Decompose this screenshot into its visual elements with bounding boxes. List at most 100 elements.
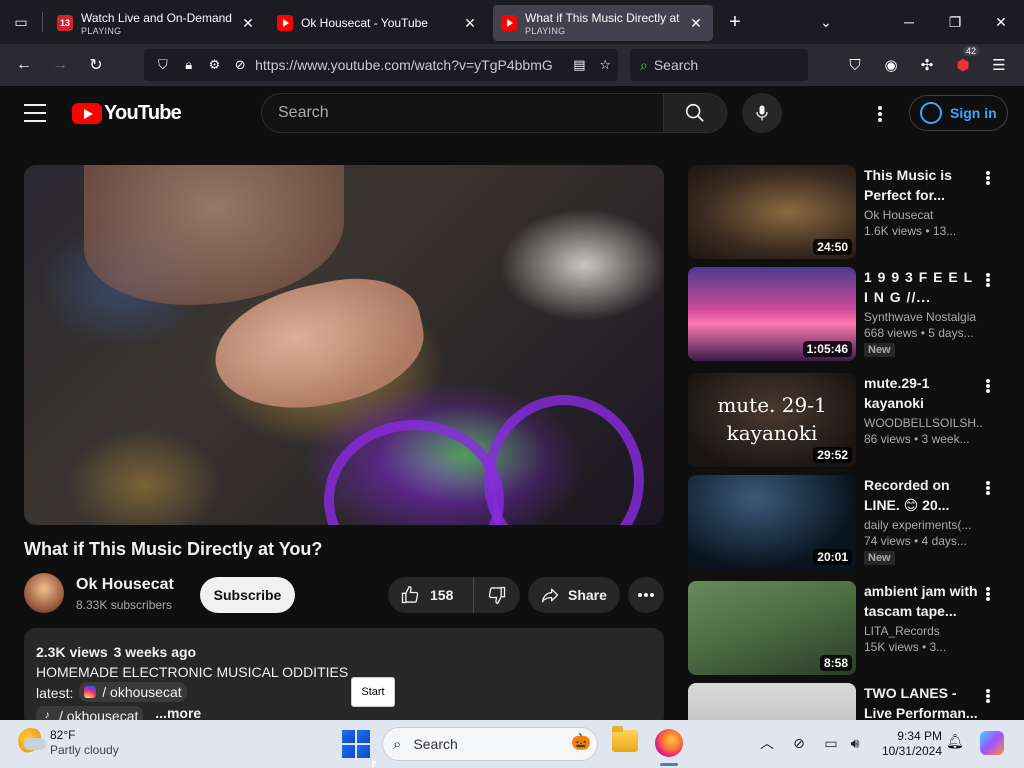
notifications-bell-icon[interactable]: 🔔︎: [946, 733, 964, 750]
dislike-button[interactable]: [474, 585, 520, 605]
channel-name[interactable]: Ok Housecat: [76, 576, 174, 594]
shield-icon[interactable]: ⛉: [150, 51, 176, 79]
video-thumbnail[interactable]: 1:05:46: [688, 267, 856, 361]
tab-current-video[interactable]: What if This Music Directly at Y PLAYING…: [493, 5, 713, 41]
minimize-button[interactable]: ─: [886, 0, 932, 44]
clock[interactable]: 9:34 PM 10/31/2024: [874, 729, 942, 759]
sign-in-button[interactable]: Sign in: [909, 95, 1008, 131]
autoplay-blocked-icon[interactable]: ⊘: [227, 51, 253, 79]
recommendation-title[interactable]: This Music is Perfect for...: [864, 165, 982, 205]
time: 9:34 PM: [897, 729, 942, 743]
start-button[interactable]: [342, 730, 370, 758]
recommendation-title[interactable]: Recorded on LINE. 😊 20...: [864, 475, 982, 515]
like-button[interactable]: 158: [388, 577, 474, 613]
weather-widget[interactable]: 82°F Partly cloudy: [18, 728, 119, 758]
back-button[interactable]: ←: [6, 49, 42, 81]
tab-ok-housecat[interactable]: Ok Housecat - YouTube ✕: [269, 5, 487, 41]
recommendation-item[interactable]: 20:01 Recorded on LINE. 😊 20... daily ex…: [688, 475, 1008, 570]
dot: [986, 591, 990, 596]
ublock-button[interactable]: ⬢ 42: [946, 46, 980, 81]
youtube-search-button[interactable]: [663, 93, 727, 133]
network-status-icon[interactable]: ⊘: [788, 732, 810, 754]
video-thumbnail[interactable]: 8:58: [688, 581, 856, 675]
account-button[interactable]: ◉: [874, 49, 908, 81]
recommendation-channel[interactable]: LITA_Records: [864, 624, 982, 638]
recommendation-menu-button[interactable]: [978, 477, 998, 499]
duration-badge: 8:58: [819, 655, 852, 671]
recommendation-menu-button[interactable]: [978, 583, 998, 605]
url-bar[interactable]: ⛉ 🔒︎ ⚙ ⊘ https://www.youtube.com/watch?v…: [144, 49, 618, 81]
instagram-link[interactable]: / okhousecat: [79, 682, 187, 702]
extensions-button[interactable]: ✣: [910, 49, 944, 81]
file-explorer-icon[interactable]: [612, 726, 638, 752]
recommendation-channel[interactable]: Synthwave Nostalgia: [864, 310, 982, 324]
reload-button[interactable]: ↻: [78, 49, 114, 81]
thumbnail-text-line: mute. 29-1: [717, 393, 827, 417]
voice-search-button[interactable]: [742, 93, 782, 133]
bookmark-star-icon[interactable]: ☆: [592, 51, 618, 79]
recommendation-channel[interactable]: Ok Housecat: [864, 208, 982, 222]
url-text[interactable]: https://www.youtube.com/watch?v=yTgP4bbm…: [255, 57, 558, 73]
show-hidden-icons-button[interactable]: ︿: [756, 732, 778, 754]
tab-fox13[interactable]: 13 Watch Live and On-Demand Vi PLAYING ✕: [49, 5, 265, 41]
recommendation-title[interactable]: 1 9 9 3 F E E L I N G //...: [864, 267, 982, 307]
channel-avatar[interactable]: [24, 573, 64, 613]
dot: [986, 389, 990, 394]
youtube-logo[interactable]: YouTube: [72, 102, 182, 125]
app-menu-button[interactable]: ☰: [982, 49, 1016, 81]
recommendation-item[interactable]: mute. 29-1 kayanoki 29:52 mute.29-1 kaya…: [688, 373, 1008, 468]
reader-view-icon[interactable]: ▤: [566, 51, 592, 79]
dot: [986, 480, 990, 485]
windows-logo-pane: [357, 730, 370, 743]
permissions-icon[interactable]: ⚙: [202, 51, 228, 79]
recommendation-title[interactable]: mute.29-1 kayanoki: [864, 373, 982, 413]
firefox-icon[interactable]: [655, 729, 683, 757]
recommendation-title[interactable]: TWO LANES - Live Performan...: [864, 683, 982, 723]
dot: [986, 586, 990, 591]
lock-icon[interactable]: 🔒︎: [176, 51, 202, 79]
recommendation-channel[interactable]: WOODBELLSOILSH...: [864, 416, 982, 430]
firefox-view-button[interactable]: ▭: [0, 0, 42, 44]
youtube-search-input[interactable]: Search: [261, 93, 663, 133]
restore-button[interactable]: ❐: [932, 0, 978, 44]
tab-playing-label: PLAYING: [525, 25, 566, 36]
forward-button[interactable]: →: [42, 49, 78, 81]
recommendation-menu-button[interactable]: [978, 269, 998, 291]
firefox-view-icon: ▭: [14, 13, 28, 30]
dot: [986, 175, 990, 180]
guide-menu-button[interactable]: [24, 104, 46, 122]
show-more-link[interactable]: ...more: [155, 705, 201, 721]
video-thumbnail[interactable]: 24:50: [688, 165, 856, 259]
volume-icon[interactable]: 🔊︎: [844, 732, 866, 754]
taskbar-search-box[interactable]: ⌕ Search 🎃: [382, 727, 598, 761]
close-tab-icon[interactable]: ✕: [461, 14, 479, 32]
browser-search-box[interactable]: ⌕ Search: [630, 49, 808, 81]
recommendation-item[interactable]: 8:58 ambient jam with tascam tape... LIT…: [688, 581, 1008, 676]
share-button[interactable]: Share: [528, 577, 620, 613]
microphone-icon: [756, 105, 768, 121]
recommendation-channel[interactable]: daily experiments(...: [864, 518, 982, 532]
description-box[interactable]: 2.3K views 3 weeks ago HOMEMADE ELECTRONI…: [24, 628, 664, 728]
settings-more-button[interactable]: [866, 100, 894, 128]
recommendation-menu-button[interactable]: [978, 375, 998, 397]
close-window-button[interactable]: ✕: [978, 0, 1024, 44]
more-actions-button[interactable]: [628, 577, 664, 613]
video-thumbnail[interactable]: 20:01: [688, 475, 856, 569]
dot: [986, 181, 990, 186]
close-tab-icon[interactable]: ✕: [687, 14, 705, 32]
close-tab-icon[interactable]: ✕: [239, 14, 257, 32]
recommendation-item[interactable]: 1:05:46 1 9 9 3 F E E L I N G //... Synt…: [688, 267, 1008, 362]
display-icon[interactable]: ▭: [820, 732, 842, 754]
recommendation-menu-button[interactable]: [978, 167, 998, 189]
new-tab-button[interactable]: +: [715, 0, 755, 44]
copilot-icon[interactable]: [980, 731, 1004, 755]
subscribe-button[interactable]: Subscribe: [200, 577, 295, 613]
recommendation-menu-button[interactable]: [978, 685, 998, 707]
recommendation-item[interactable]: 24:50 This Music is Perfect for... Ok Ho…: [688, 165, 1008, 260]
video-player[interactable]: [24, 165, 664, 525]
list-all-tabs-button[interactable]: ⌄: [806, 0, 846, 44]
taskbar-search-placeholder: Search: [413, 736, 458, 752]
video-thumbnail[interactable]: mute. 29-1 kayanoki 29:52: [688, 373, 856, 467]
recommendation-title[interactable]: ambient jam with tascam tape...: [864, 581, 982, 621]
pocket-button[interactable]: ⛉: [838, 49, 872, 81]
